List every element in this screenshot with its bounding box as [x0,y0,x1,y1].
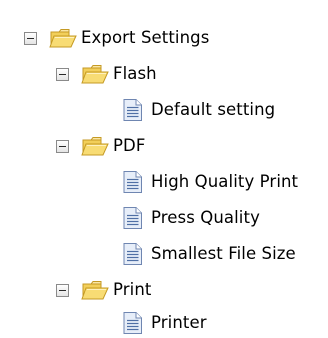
folder-open-icon [80,277,110,303]
tree-node-label: Export Settings [81,28,210,47]
folder-open-icon [80,133,110,159]
tree-view: Export Settings Flash Default setting PD… [0,0,328,338]
folder-open-icon [48,25,78,51]
document-icon [121,169,145,195]
document-icon [121,97,145,123]
document-icon [121,241,145,267]
collapse-minus-icon[interactable] [56,139,69,153]
tree-node-pdf[interactable]: PDF [56,131,145,161]
tree-node-label: Press Quality [151,208,260,227]
tree-leaf-press-quality[interactable]: Press Quality [121,203,260,233]
tree-node-label: Default setting [151,100,276,119]
tree-node-label: PDF [113,136,146,155]
folder-open-icon [80,61,110,87]
tree-leaf-default-setting[interactable]: Default setting [121,95,275,125]
tree-node-label: Print [113,280,152,299]
tree-node-label: Printer [151,313,207,332]
collapse-minus-icon[interactable] [56,67,69,81]
tree-node-print[interactable]: Print [56,275,151,305]
tree-leaf-smallest-file-size[interactable]: Smallest File Size [121,239,296,269]
tree-node-label: Flash [113,64,157,83]
tree-node-label: High Quality Print [151,172,299,191]
document-icon [121,205,145,231]
document-icon [121,310,145,336]
collapse-minus-icon[interactable] [56,283,69,297]
tree-node-export-settings[interactable]: Export Settings [24,23,209,53]
collapse-minus-icon[interactable] [24,31,37,45]
tree-leaf-printer[interactable]: Printer [121,308,207,338]
tree-node-flash[interactable]: Flash [56,59,157,89]
tree-leaf-high-quality-print[interactable]: High Quality Print [121,167,298,197]
tree-node-label: Smallest File Size [151,244,296,263]
